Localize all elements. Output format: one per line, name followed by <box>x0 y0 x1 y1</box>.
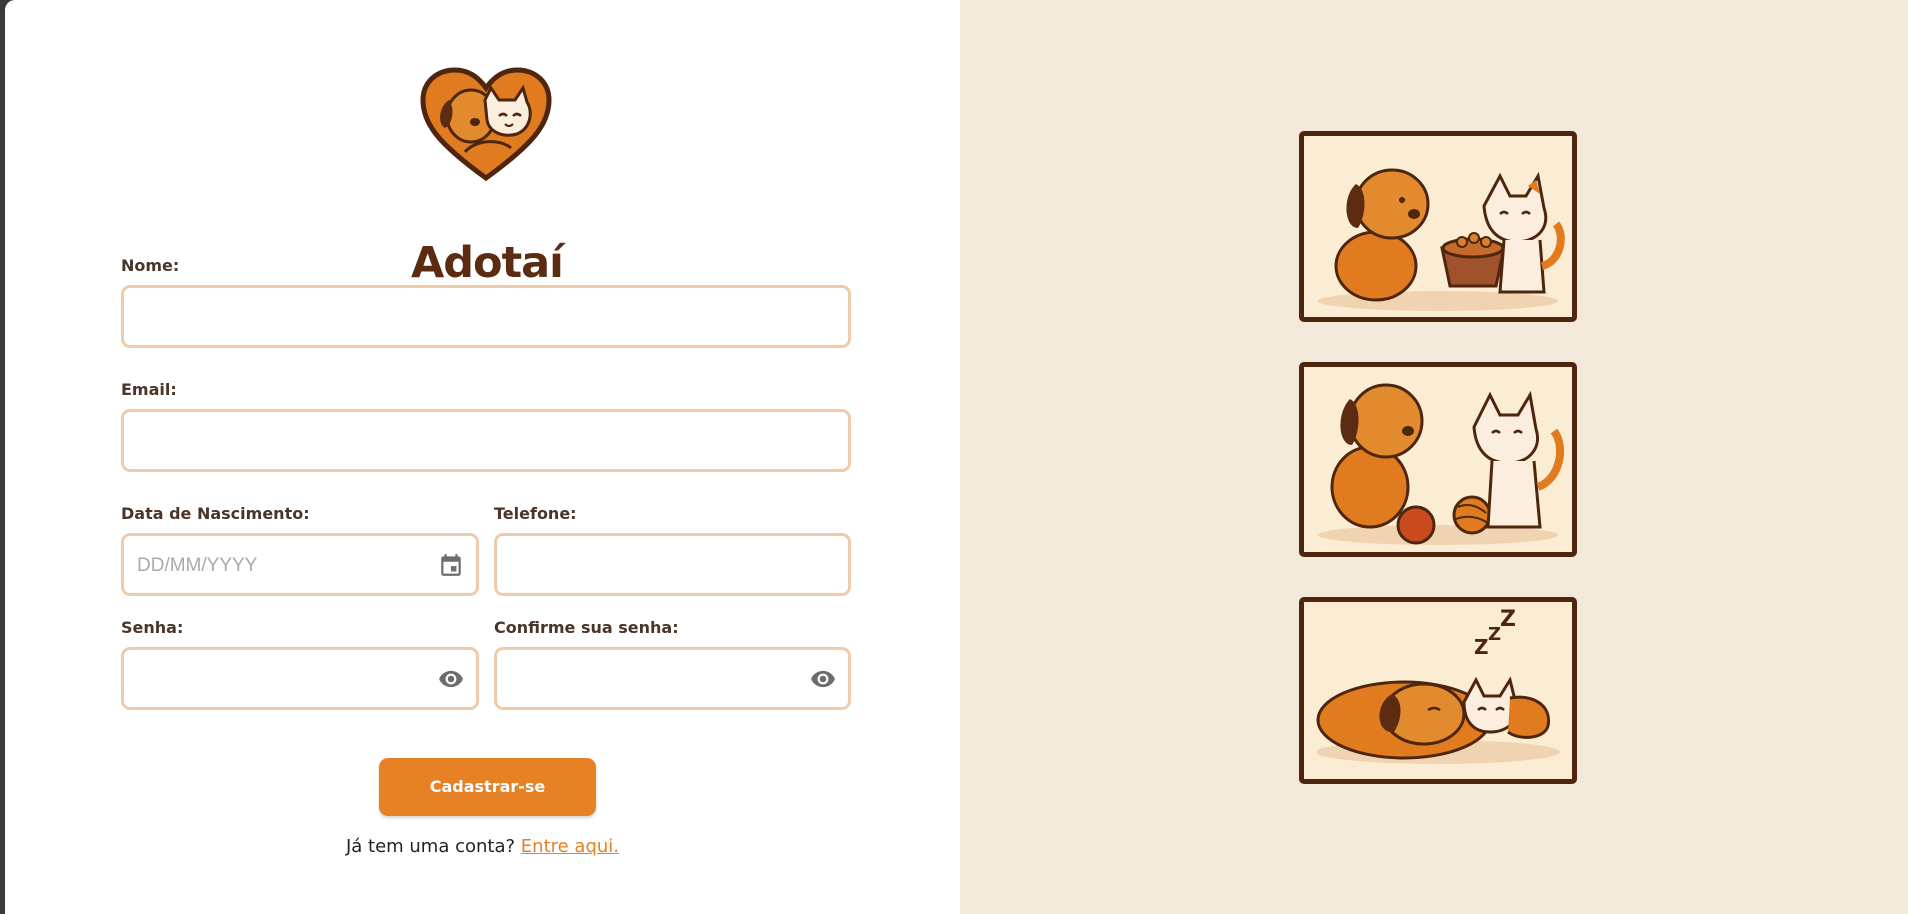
confirm-password-label: Confirme sua senha: <box>494 618 679 637</box>
birth-date-label: Data de Nascimento: <box>121 504 310 523</box>
brand-logo: Adotaí <box>411 66 564 288</box>
birth-date-placeholder: DD/MM/YYYY <box>137 555 258 576</box>
signup-panel: Adotaí Nome: Email: Data de Nascimento: … <box>5 0 960 914</box>
password-input[interactable] <box>121 647 479 710</box>
illustration-card-playing <box>1299 362 1577 557</box>
svg-text:Z: Z <box>1500 607 1516 632</box>
signup-button[interactable]: Cadastrar-se <box>379 758 596 816</box>
phone-label: Telefone: <box>494 504 577 523</box>
phone-input[interactable] <box>494 533 851 596</box>
name-label: Nome: <box>121 256 180 275</box>
dog-and-cat-playing-illustration-icon <box>1318 383 1565 545</box>
birth-date-input[interactable]: DD/MM/YYYY <box>121 533 479 596</box>
brand-name: Adotaí <box>411 238 564 288</box>
eye-icon[interactable] <box>438 666 464 692</box>
login-prompt-text: Já tem uma conta? <box>345 836 516 857</box>
login-prompt-row: Já tem uma conta? Entre aqui. <box>5 836 960 857</box>
dog-and-cat-eating-illustration-icon <box>1318 168 1565 311</box>
login-link[interactable]: Entre aqui. <box>521 836 619 857</box>
email-label: Email: <box>121 380 177 399</box>
illustration-card-eating <box>1299 131 1577 322</box>
heart-pets-logo-icon <box>420 67 552 182</box>
password-label: Senha: <box>121 618 184 637</box>
calendar-icon[interactable] <box>438 552 464 578</box>
email-input[interactable] <box>121 409 851 472</box>
dog-and-cat-sleeping-illustration-icon: Z Z Z <box>1316 607 1560 764</box>
illustration-card-sleeping: Z Z Z <box>1299 597 1577 784</box>
eye-icon[interactable] <box>810 666 836 692</box>
confirm-password-input[interactable] <box>494 647 851 710</box>
name-input[interactable] <box>121 285 851 348</box>
svg-text:Z: Z <box>1474 635 1489 659</box>
